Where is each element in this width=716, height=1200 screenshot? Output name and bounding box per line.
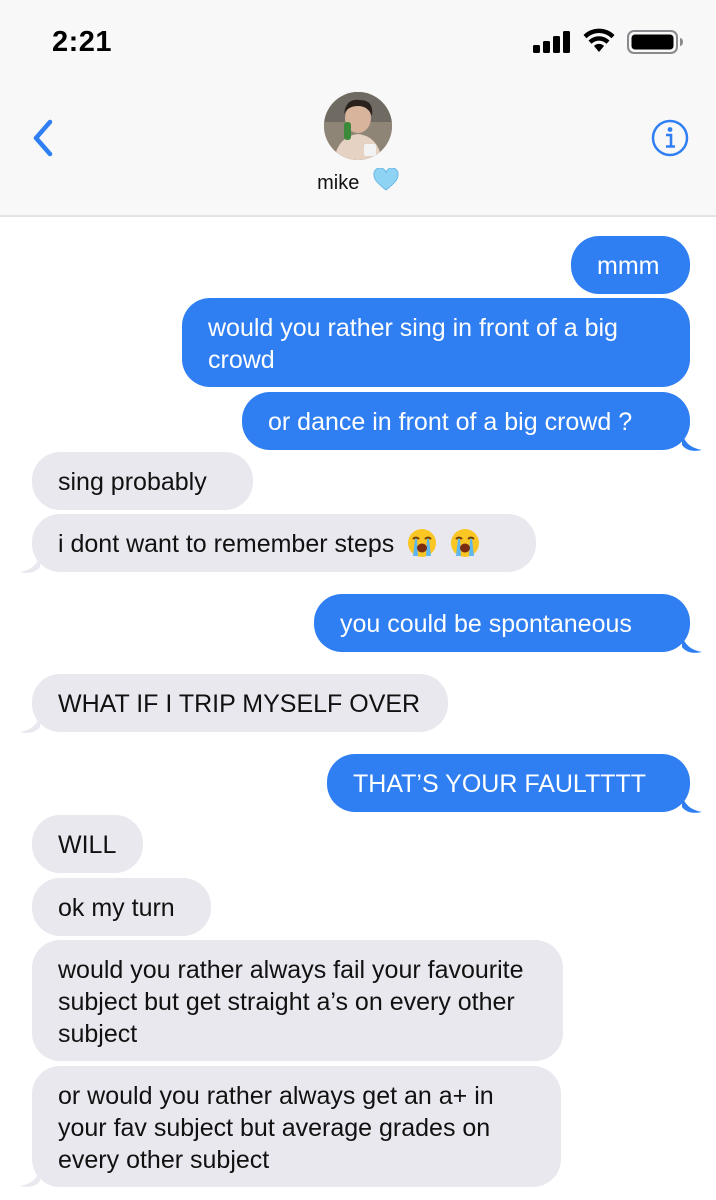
message-text: sing probably <box>58 468 207 496</box>
info-icon[interactable] <box>650 118 690 158</box>
wifi-icon <box>583 28 615 52</box>
message-text: THAT’S YOUR FAULTTTT <box>353 770 647 798</box>
incoming-bubble-tail <box>20 713 40 733</box>
avatar-photo <box>324 92 392 160</box>
messages-screen: 2:21 mike mmm would you rather sing in f… <box>0 0 716 1200</box>
status-time: 2:21 <box>52 26 113 58</box>
light-blue-heart-icon <box>373 168 399 191</box>
message-list: mmm would you rather sing in front of a … <box>0 217 716 1200</box>
message-bubble-incoming[interactable]: ok my turn <box>32 878 211 936</box>
status-bar: 2:21 <box>0 0 716 80</box>
message-bubble-incoming[interactable]: sing probably <box>32 452 253 510</box>
message-text: you could be spontaneous <box>340 610 632 638</box>
message-bubble-outgoing[interactable]: mmm <box>571 236 690 294</box>
message-bubble-outgoing[interactable]: you could be spontaneous <box>314 594 690 652</box>
cellular-signal-icon <box>533 31 570 53</box>
message-bubble-outgoing[interactable]: THAT’S YOUR FAULTTTT <box>327 754 690 812</box>
message-bubble-incoming[interactable]: or would you rather always get an a+ in … <box>32 1066 561 1187</box>
message-text: i dont want to remember steps <box>58 530 395 558</box>
message-text: would you rather sing in front of a big … <box>208 314 618 374</box>
outgoing-bubble-tail <box>682 633 702 653</box>
contact-avatar[interactable] <box>324 92 392 160</box>
message-bubble-incoming[interactable]: WILL <box>32 815 143 873</box>
message-text: or dance in front of a big crowd ? <box>268 408 633 436</box>
message-bubble-incoming[interactable]: WHAT IF I TRIP MYSELF OVER <box>32 674 448 732</box>
loudly-crying-face-icon <box>408 529 437 557</box>
message-bubble-outgoing[interactable]: or dance in front of a big crowd ? <box>242 392 690 450</box>
back-chevron-icon[interactable] <box>24 116 64 160</box>
message-bubble-outgoing[interactable]: would you rather sing in front of a big … <box>182 298 690 387</box>
message-bubble-incoming[interactable]: would you rather always fail your favour… <box>32 940 563 1061</box>
message-bubble-incoming[interactable]: i dont want to remember steps <box>32 514 536 572</box>
message-text: or would you rather always get an a+ in … <box>58 1082 494 1174</box>
battery-icon <box>627 30 683 54</box>
conversation-header: mike <box>0 80 716 217</box>
message-text: mmm <box>597 252 660 280</box>
contact-name-row[interactable]: mike <box>0 168 716 195</box>
incoming-bubble-tail <box>20 553 40 573</box>
message-text: would you rather always fail your favour… <box>58 956 524 1048</box>
outgoing-bubble-tail <box>682 431 702 451</box>
message-text: WHAT IF I TRIP MYSELF OVER <box>58 690 421 718</box>
outgoing-bubble-tail <box>682 793 702 813</box>
message-text: WILL <box>58 831 117 859</box>
contact-name: mike <box>317 172 360 194</box>
loudly-crying-face-icon <box>451 529 480 557</box>
message-text: ok my turn <box>58 894 175 922</box>
incoming-bubble-tail <box>20 1167 40 1187</box>
